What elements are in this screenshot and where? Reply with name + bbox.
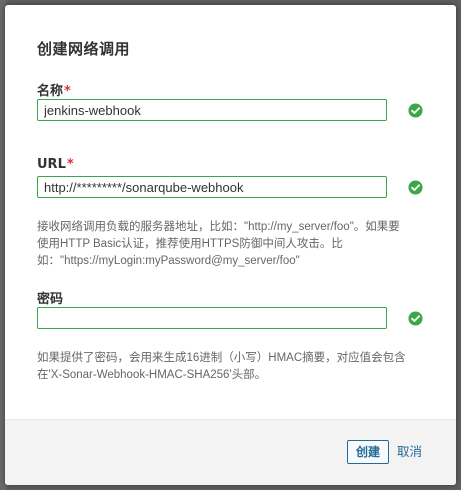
secret-input[interactable] [37, 307, 387, 329]
required-mark: * [64, 84, 71, 99]
secret-help-line: 如果提供了密码，会用来生成16进制（小写）HMAC摘要，对应值会包含 [37, 352, 406, 364]
name-label: 名称* [37, 80, 71, 99]
name-input[interactable] [37, 99, 387, 121]
name-label-text: 名称 [37, 84, 64, 99]
url-help-text: 接收网络调用负载的服务器地址，比如："http://my_server/foo"… [37, 219, 427, 270]
url-help-line: 接收网络调用负载的服务器地址，比如："http://my_server/foo"… [37, 221, 400, 233]
check-circle-icon [408, 180, 423, 195]
required-mark: * [66, 157, 74, 172]
secret-help-text: 如果提供了密码，会用来生成16进制（小写）HMAC摘要，对应值会包含 在'X-S… [37, 350, 427, 384]
cancel-link[interactable]: 取消 [397, 442, 422, 462]
dialog-title: 创建网络调用 [37, 40, 131, 58]
url-help-line: 如："https://myLogin:myPassword@my_server/… [37, 255, 300, 267]
url-label-text: URL [37, 157, 66, 172]
url-help-line: 使用HTTP Basic认证，推荐使用HTTPS防御中间人攻击。比 [37, 238, 343, 250]
secret-label-text: 密码 [37, 292, 64, 307]
secret-label: 密码 [37, 288, 63, 307]
check-circle-icon [408, 311, 423, 326]
url-label: URL* [37, 157, 74, 172]
url-input[interactable] [37, 176, 387, 198]
create-webhook-dialog: 创建网络调用 名称* URL* 接收网络调用负载的服务器地址，比如："http:… [5, 5, 456, 485]
check-circle-icon [408, 103, 423, 118]
create-button[interactable]: 创建 [347, 440, 390, 464]
secret-help-line: 在'X-Sonar-Webhook-HMAC-SHA256'头部。 [37, 369, 267, 381]
